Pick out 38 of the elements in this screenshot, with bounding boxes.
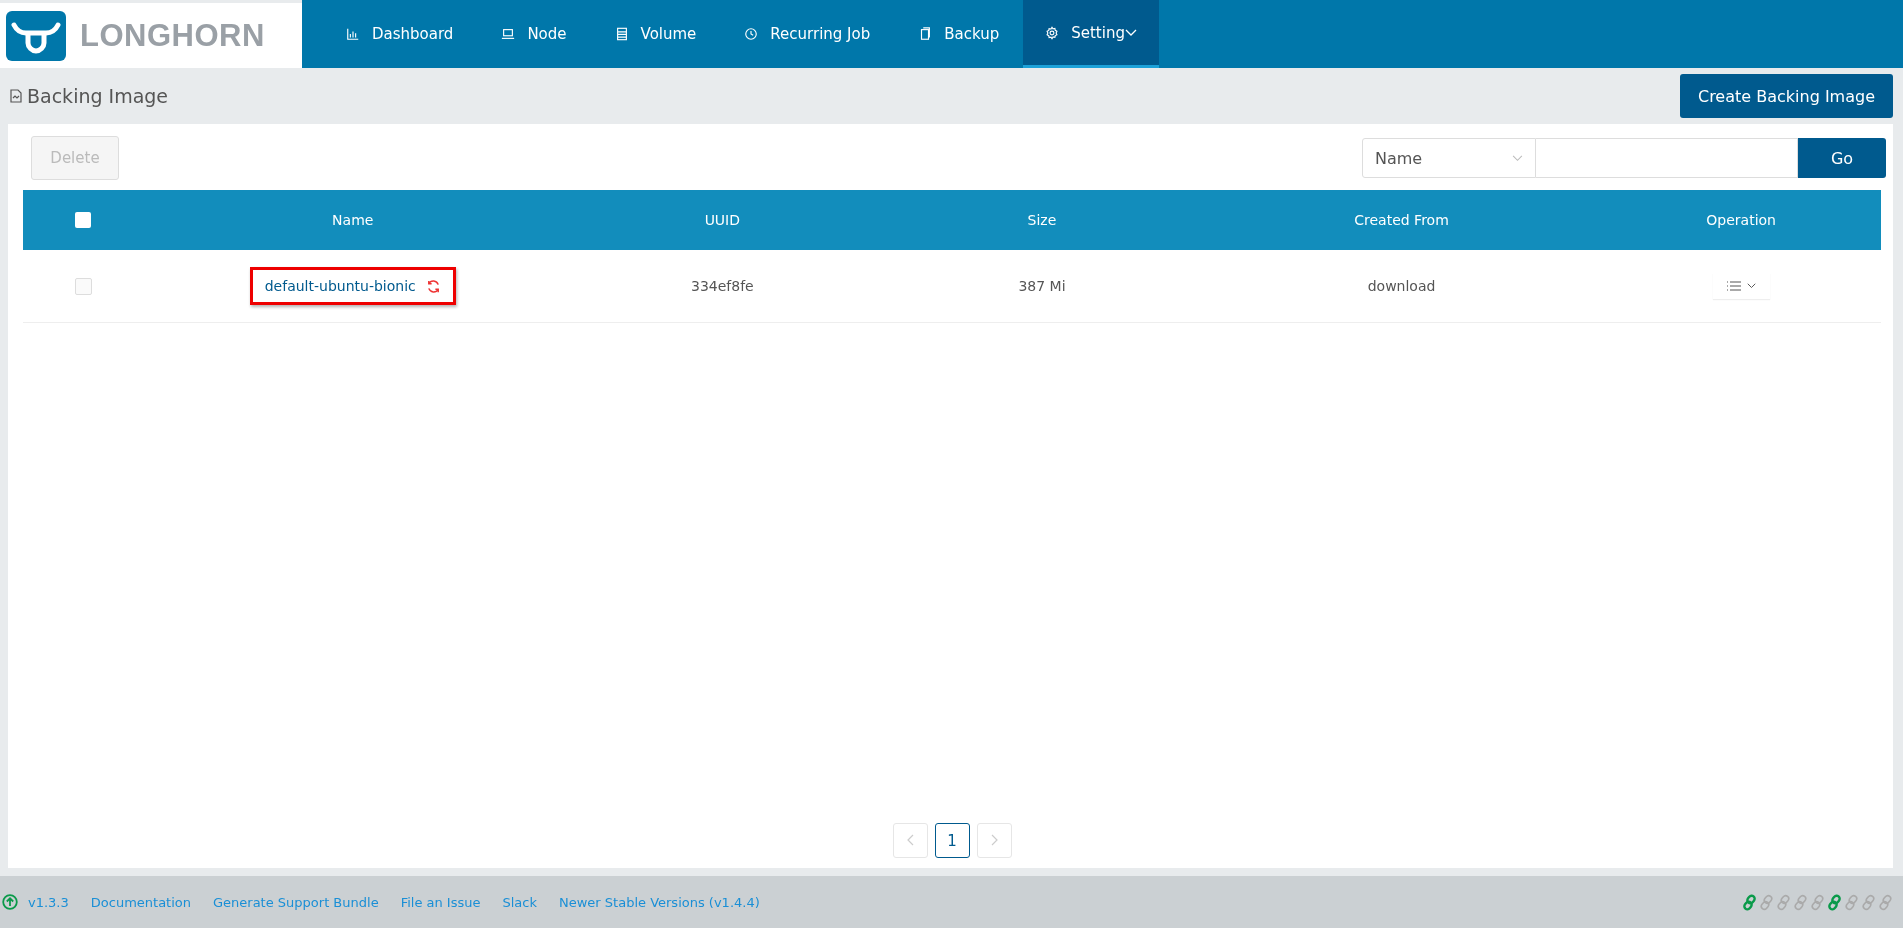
nav-tab[interactable]: Volume bbox=[590, 0, 721, 68]
column-header: UUID bbox=[703, 212, 742, 228]
column-header: Size bbox=[1026, 212, 1058, 228]
search-input[interactable] bbox=[1536, 138, 1798, 178]
brand-name: LONGHORN bbox=[80, 17, 265, 54]
nav-tab[interactable]: Setting bbox=[1023, 0, 1159, 68]
settings-icon bbox=[1045, 25, 1060, 40]
size-cell-text: 387 Mi bbox=[1017, 278, 1067, 294]
row-checkbox[interactable] bbox=[74, 277, 92, 295]
bar-chart-icon bbox=[346, 27, 360, 41]
nav-tab[interactable]: Dashboard bbox=[322, 0, 478, 68]
chevron-left-icon bbox=[906, 833, 914, 846]
list-icon bbox=[1726, 281, 1741, 291]
search-field-select[interactable]: Name bbox=[1362, 138, 1536, 178]
list-icon bbox=[614, 27, 629, 41]
nav-tab[interactable]: Recurring Job bbox=[720, 0, 895, 68]
create-backing-image-button[interactable]: Create Backing Image bbox=[1679, 74, 1893, 118]
page-title: Backing Image bbox=[27, 85, 169, 107]
go-button[interactable]: Go bbox=[1798, 138, 1886, 178]
column-header: Operation bbox=[1705, 212, 1777, 228]
created-from-cell-text: download bbox=[1366, 278, 1437, 294]
upgrade-arrow-icon bbox=[2, 894, 18, 910]
longhorn-logo-icon bbox=[6, 10, 66, 61]
uuid-cell-text: 334ef8fe bbox=[689, 278, 755, 294]
nav-tab[interactable]: Node bbox=[477, 0, 591, 68]
laptop-icon bbox=[501, 27, 516, 41]
backing-image-link[interactable]: default-ubuntu-bionic bbox=[264, 278, 416, 294]
copy-icon bbox=[918, 27, 933, 41]
column-header: Name bbox=[331, 212, 375, 228]
page-button[interactable]: 1 bbox=[934, 823, 970, 858]
chevron-down-icon bbox=[1512, 154, 1523, 162]
nav-tab[interactable]: Backup bbox=[894, 0, 1024, 68]
chevron-down-icon bbox=[1746, 283, 1756, 289]
clock-icon bbox=[744, 27, 759, 41]
column-header: Created From bbox=[1353, 212, 1450, 228]
document-icon bbox=[10, 89, 22, 103]
chevron-right-icon bbox=[990, 833, 998, 846]
select-all-checkbox[interactable] bbox=[75, 212, 91, 228]
